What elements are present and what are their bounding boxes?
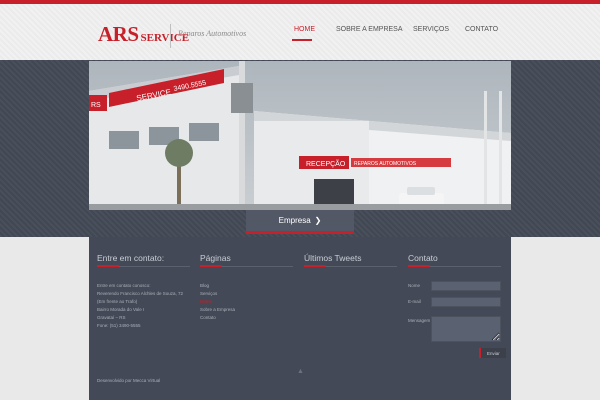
hero-slideshow-image[interactable]: SERVICE 3490.5555 RS RECEPÇÃO REPAROS AU…	[89, 61, 511, 210]
site-footer: Entre em contato: Entre em contato conos…	[89, 237, 511, 400]
nav-servicos[interactable]: SERVIÇOS	[413, 26, 449, 33]
message-field[interactable]	[431, 316, 501, 342]
chevron-right-icon: ❯	[314, 216, 322, 225]
footer-credit[interactable]: Desenvolvido por Mecca Virtual	[97, 378, 160, 383]
footer-form-title: Contato	[408, 253, 438, 263]
contact-line: (Em frente ao Trafo)	[97, 299, 138, 304]
footer-link-contato[interactable]: Contato	[200, 315, 216, 320]
footer-accent-line	[408, 265, 430, 267]
logo-tagline: Reparos Automotivos	[178, 29, 247, 38]
footer-accent-line	[304, 265, 326, 267]
footer-link-servicos[interactable]: Serviços	[200, 291, 217, 296]
footer-link-home[interactable]: Home	[200, 299, 212, 304]
hero-tab-label: Empresa	[278, 216, 311, 225]
contact-line: Bairro Morada do Vale I	[97, 307, 145, 312]
contact-line: Entre em contato conosco:	[97, 283, 151, 288]
sign-ars-partial: RS	[91, 102, 101, 109]
contact-line: Fone: (51) 3490-5555	[97, 323, 141, 328]
site-header: ARS SERVICE Reparos Automotivos HOME SOB…	[0, 4, 600, 60]
footer-link-blog[interactable]: Blog	[200, 283, 209, 288]
email-field[interactable]	[431, 297, 501, 307]
footer-side-left	[0, 237, 89, 400]
logo-ars-text: ARS	[98, 22, 139, 46]
logo-divider	[170, 24, 171, 48]
send-button[interactable]: Enviar	[479, 348, 506, 358]
nav-contato[interactable]: CONTATO	[465, 26, 498, 33]
nav-active-underline	[292, 39, 312, 41]
contact-line: Gravataí – RS	[97, 315, 126, 320]
name-field[interactable]	[431, 281, 501, 291]
name-label: Nome	[408, 283, 421, 288]
footer-contact-title: Entre em contato:	[97, 253, 165, 263]
nav-sobre-a-empresa[interactable]: SOBRE A EMPRESA	[336, 26, 403, 33]
sign-reparos-text: REPAROS AUTOMOTIVOS	[354, 161, 417, 167]
message-label: Mensagem	[408, 318, 431, 323]
footer-side-right	[511, 237, 600, 400]
arrow-up-icon[interactable]: ▲	[297, 368, 304, 375]
sign-recepcao-text: RECEPÇÃO	[306, 159, 346, 168]
site-logo[interactable]: ARS SERVICE	[98, 22, 189, 47]
footer-accent-line	[97, 265, 119, 267]
footer-accent-line	[200, 265, 222, 267]
footer-link-sobre[interactable]: Sobre a Empresa	[200, 307, 235, 312]
nav-home[interactable]: HOME	[294, 26, 315, 33]
contact-line: Reverendo Francisco Alchles de Souza, 72	[97, 291, 184, 296]
footer-tweets-title: Últimos Tweets	[304, 253, 362, 263]
footer-pages-title: Páginas	[200, 253, 231, 263]
hero-tab-empresa[interactable]: Empresa ❯	[246, 210, 354, 234]
email-label: E-mail	[408, 299, 421, 304]
